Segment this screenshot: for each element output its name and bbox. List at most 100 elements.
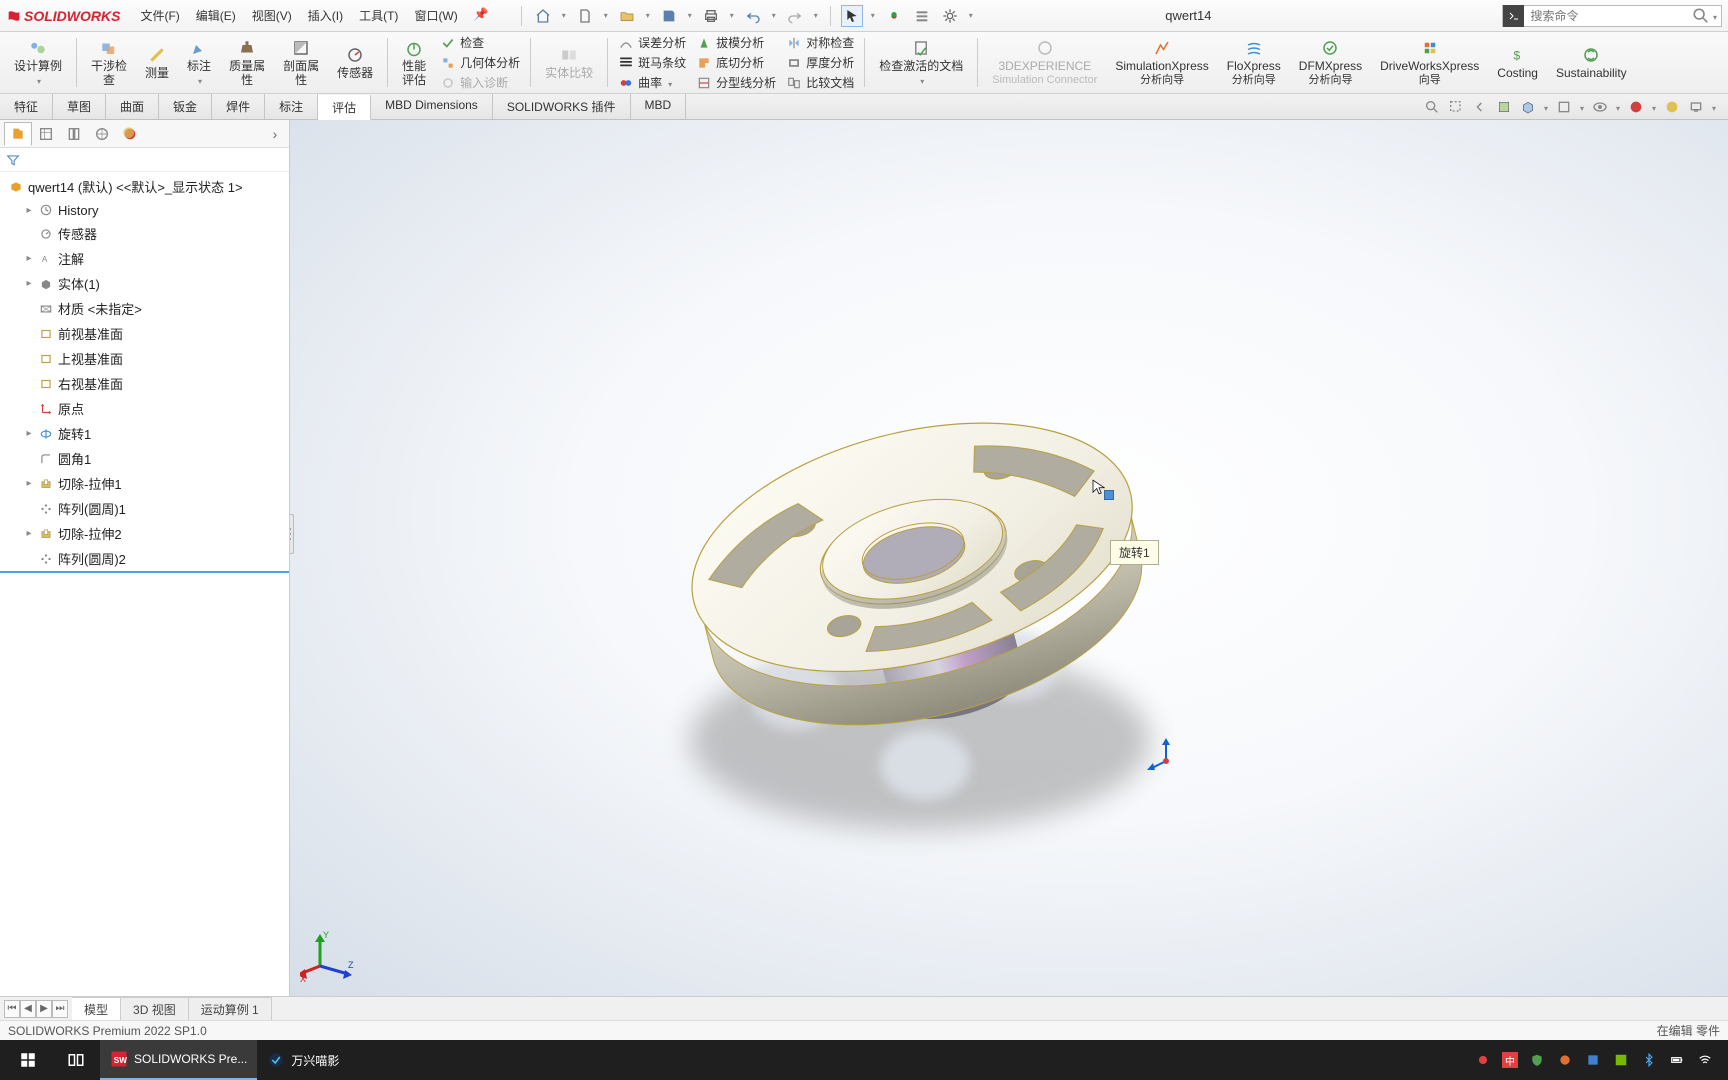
taskbar-solidworks[interactable]: SW SOLIDWORKS Pre...: [100, 1040, 257, 1080]
tab-weldment[interactable]: 焊件: [212, 94, 265, 119]
menu-pin[interactable]: 📌: [466, 3, 497, 28]
zoom-fit-icon[interactable]: [1422, 97, 1442, 117]
tree-pattern1[interactable]: 阵列(圆周)1: [0, 496, 289, 521]
bottom-tab-motion[interactable]: 运动算例 1: [189, 997, 272, 1020]
menu-window[interactable]: 窗口(W): [406, 3, 465, 28]
tree-history[interactable]: ▸History: [0, 199, 289, 221]
symmetry-button[interactable]: 对称检查: [782, 33, 858, 52]
menu-view[interactable]: 视图(V): [244, 3, 300, 28]
panel-expand-icon[interactable]: ›: [265, 126, 285, 142]
tray-wifi-icon[interactable]: [1696, 1051, 1714, 1069]
view-settings-icon[interactable]: [1686, 97, 1706, 117]
feature-tree-tab[interactable]: [4, 122, 32, 146]
activate-docs-button[interactable]: 检查激活的文档: [871, 34, 971, 91]
start-button[interactable]: [4, 1040, 52, 1080]
tray-app2-icon[interactable]: [1584, 1051, 1602, 1069]
config-mgr-tab[interactable]: [60, 122, 88, 146]
tray-app1-icon[interactable]: [1556, 1051, 1574, 1069]
redo-button[interactable]: [784, 5, 806, 27]
tree-filter[interactable]: [0, 148, 289, 172]
costing-button[interactable]: $Costing: [1489, 34, 1546, 91]
prev-view-icon[interactable]: [1470, 97, 1490, 117]
bottom-tab-3dview[interactable]: 3D 视图: [121, 997, 189, 1020]
tab-sketch[interactable]: 草图: [53, 94, 106, 119]
bottom-tab-model[interactable]: 模型: [72, 997, 121, 1020]
tree-cut-ext1[interactable]: ▸切除-拉伸1: [0, 471, 289, 496]
tab-feature[interactable]: 特征: [0, 94, 53, 119]
sustainability-button[interactable]: Sustainability: [1548, 34, 1635, 91]
menu-tools[interactable]: 工具(T): [351, 3, 406, 28]
mass-props-button[interactable]: 质量属 性: [221, 34, 273, 91]
last-tab-button[interactable]: ⏭: [52, 1000, 68, 1018]
tree-solid-bodies[interactable]: ▸实体(1): [0, 271, 289, 296]
tree-front-plane[interactable]: 前视基准面: [0, 321, 289, 346]
tab-surface[interactable]: 曲面: [106, 94, 159, 119]
undo-button[interactable]: [742, 5, 764, 27]
search-icon[interactable]: [1691, 6, 1711, 26]
parting-line-button[interactable]: 分型线分析: [692, 73, 780, 92]
geom-analysis-button[interactable]: 几何体分析: [436, 53, 524, 72]
markup-button[interactable]: 标注: [179, 34, 219, 91]
next-tab-button[interactable]: ▶: [36, 1000, 52, 1018]
save-button[interactable]: [658, 5, 680, 27]
deviation-button[interactable]: 误差分析: [614, 33, 690, 52]
tray-ime-icon[interactable]: 中: [1502, 1052, 1518, 1068]
settings-button[interactable]: [939, 5, 961, 27]
draft-button[interactable]: 拔模分析: [692, 33, 780, 52]
tab-sheetmetal[interactable]: 钣金: [159, 94, 212, 119]
open-button[interactable]: [616, 5, 638, 27]
tree-top-plane[interactable]: 上视基准面: [0, 346, 289, 371]
thickness-button[interactable]: 厚度分析: [782, 53, 858, 72]
select-button[interactable]: [841, 5, 863, 27]
tree-root[interactable]: qwert14 (默认) <<默认>_显示状态 1>: [0, 174, 289, 199]
options-button[interactable]: [911, 5, 933, 27]
driveworks-button[interactable]: DriveWorksXpress向导: [1372, 34, 1487, 91]
tab-annotate[interactable]: 标注: [265, 94, 318, 119]
graphics-viewport[interactable]: 旋转1 Y Z X: [290, 120, 1728, 996]
tab-mbd[interactable]: MBD: [631, 94, 687, 119]
tree-revolve1[interactable]: ▸旋转1: [0, 421, 289, 446]
tree-right-plane[interactable]: 右视基准面: [0, 371, 289, 396]
search-input[interactable]: [1524, 6, 1691, 26]
tree-fillet1[interactable]: 圆角1: [0, 446, 289, 471]
rebuild-button[interactable]: [883, 5, 905, 27]
menu-edit[interactable]: 编辑(E): [188, 3, 244, 28]
tree-pattern2[interactable]: 阵列(圆周)2: [0, 546, 289, 573]
property-mgr-tab[interactable]: [32, 122, 60, 146]
undercut-button[interactable]: 底切分析: [692, 53, 780, 72]
display-mgr-tab[interactable]: [116, 122, 144, 146]
design-study-button[interactable]: 设计算例: [6, 34, 70, 91]
tab-addins[interactable]: SOLIDWORKS 插件: [493, 94, 631, 119]
dfmxpress-button[interactable]: DFMXpress分析向导: [1291, 34, 1370, 91]
interference-button[interactable]: 干涉检 查: [83, 34, 135, 91]
task-view-button[interactable]: [52, 1040, 100, 1080]
tree-material[interactable]: 材质 <未指定>: [0, 296, 289, 321]
tree-origin[interactable]: 原点: [0, 396, 289, 421]
prev-tab-button[interactable]: ◀: [20, 1000, 36, 1018]
hide-show-icon[interactable]: [1590, 97, 1610, 117]
simxpress-button[interactable]: SimulationXpress分析向导: [1107, 34, 1216, 91]
panel-resize-grip[interactable]: [290, 514, 294, 554]
curvature-button[interactable]: 曲率: [614, 73, 690, 92]
floxpress-button[interactable]: FloXpress分析向导: [1219, 34, 1289, 91]
section-props-button[interactable]: 剖面属 性: [275, 34, 327, 91]
command-search[interactable]: [1502, 5, 1722, 27]
home-button[interactable]: [532, 5, 554, 27]
display-style-icon[interactable]: [1554, 97, 1574, 117]
zoom-area-icon[interactable]: [1446, 97, 1466, 117]
check-button[interactable]: 检查: [436, 33, 524, 52]
zebra-button[interactable]: 斑马条纹: [614, 53, 690, 72]
tray-bluetooth-icon[interactable]: [1640, 1051, 1658, 1069]
tray-battery-icon[interactable]: [1668, 1051, 1686, 1069]
menu-insert[interactable]: 插入(I): [300, 3, 351, 28]
new-button[interactable]: [574, 5, 596, 27]
tray-shield-icon[interactable]: [1528, 1051, 1546, 1069]
compare-doc-button[interactable]: 比较文档: [782, 73, 858, 92]
tree-sensors[interactable]: 传感器: [0, 221, 289, 246]
first-tab-button[interactable]: ⏮: [4, 1000, 20, 1018]
print-button[interactable]: [700, 5, 722, 27]
tree-cut-ext2[interactable]: ▸切除-拉伸2: [0, 521, 289, 546]
perf-eval-button[interactable]: 性能 评估: [394, 34, 434, 91]
measure-button[interactable]: 测量: [137, 34, 177, 91]
taskbar-wanxing[interactable]: 万兴喵影: [257, 1040, 349, 1080]
